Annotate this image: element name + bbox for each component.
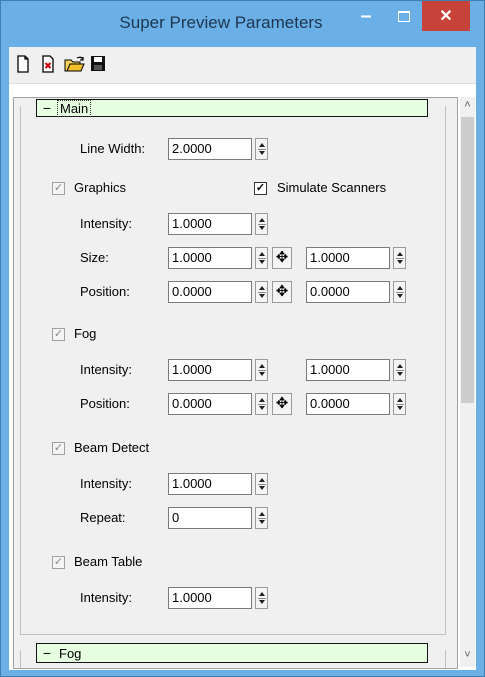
graphics-position-y-spinner[interactable]: [393, 281, 406, 303]
beam-detect-label: Beam Detect: [74, 440, 150, 455]
main-group-header[interactable]: − Main: [36, 99, 428, 117]
graphics-position-link-button[interactable]: ✥: [272, 281, 292, 303]
fog-position-y-spinner[interactable]: [393, 393, 406, 415]
graphics-size-x-input[interactable]: 1.0000: [168, 247, 252, 269]
graphics-checkbox[interactable]: ✓: [52, 182, 65, 195]
graphics-label: Graphics: [74, 180, 127, 195]
simulate-scanners-checkbox[interactable]: ✓: [254, 182, 267, 195]
client-area: − Main Line Width: 2.0000 ✓ Graphics ✓ S…: [9, 47, 476, 670]
line-width-input[interactable]: 2.0000: [168, 138, 252, 160]
scroll-up-icon[interactable]: ˄: [460, 99, 475, 111]
beam-detect-intensity-spinner[interactable]: [255, 473, 268, 495]
beam-detect-repeat-label: Repeat:: [80, 510, 126, 525]
save-button[interactable]: [90, 55, 108, 75]
beam-table-checkbox[interactable]: ✓: [52, 556, 65, 569]
fog-group-title: Fog: [59, 645, 82, 661]
move-arrows-icon: ✥: [275, 283, 289, 300]
close-button[interactable]: ✕: [422, 1, 470, 31]
fog-intensity-b-input[interactable]: 1.0000: [306, 359, 390, 381]
graphics-position-label: Position:: [80, 284, 130, 299]
collapse-icon: −: [42, 100, 52, 116]
move-arrows-icon: ✥: [275, 249, 289, 266]
graphics-intensity-label: Intensity:: [80, 216, 133, 231]
fog-position-x-spinner[interactable]: [255, 393, 268, 415]
close-icon: ✕: [439, 8, 453, 25]
fog-intensity-a-input[interactable]: 1.0000: [168, 359, 252, 381]
window: Super Preview Parameters – ✕ − Main Line…: [0, 0, 485, 677]
graphics-intensity-spinner[interactable]: [255, 213, 268, 235]
graphics-size-y-input[interactable]: 1.0000: [306, 247, 390, 269]
graphics-size-y-spinner[interactable]: [393, 247, 406, 269]
graphics-size-link-button[interactable]: ✥: [272, 247, 292, 269]
graphics-size-x-spinner[interactable]: [255, 247, 268, 269]
fog-intensity-b-spinner[interactable]: [393, 359, 406, 381]
maximize-icon: [398, 10, 410, 22]
fog-intensity-label: Intensity:: [80, 362, 133, 377]
fog-position-x-input[interactable]: 0.0000: [168, 393, 252, 415]
open-folder-button[interactable]: [64, 55, 85, 75]
open-folder-icon: [64, 56, 85, 72]
beam-table-intensity-label: Intensity:: [80, 590, 133, 605]
beam-table-intensity-spinner[interactable]: [255, 587, 268, 609]
collapse-icon: −: [42, 645, 52, 661]
title-bar[interactable]: Super Preview Parameters – ✕: [1, 1, 484, 47]
graphics-size-label: Size:: [80, 250, 109, 265]
beam-detect-repeat-spinner[interactable]: [255, 507, 268, 529]
beam-table-intensity-input[interactable]: 1.0000: [168, 587, 252, 609]
graphics-position-x-input[interactable]: 0.0000: [168, 281, 252, 303]
fog-intensity-a-spinner[interactable]: [255, 359, 268, 381]
beam-detect-checkbox[interactable]: ✓: [52, 442, 65, 455]
fog-position-label: Position:: [80, 396, 130, 411]
fog-group-header[interactable]: − Fog: [36, 643, 428, 663]
new-document-icon: [17, 55, 29, 73]
graphics-position-x-spinner[interactable]: [255, 281, 268, 303]
minimize-button[interactable]: –: [351, 1, 381, 31]
fog-position-y-input[interactable]: 0.0000: [306, 393, 390, 415]
main-group-title: Main: [57, 99, 92, 117]
move-arrows-icon: ✥: [275, 395, 289, 412]
clear-document-icon: [42, 55, 54, 73]
line-width-label: Line Width:: [80, 141, 146, 156]
clear-document-button[interactable]: [40, 55, 58, 75]
new-document-button[interactable]: [15, 55, 33, 75]
graphics-intensity-input[interactable]: 1.0000: [168, 213, 252, 235]
beam-detect-intensity-label: Intensity:: [80, 476, 133, 491]
toolbar: [9, 47, 476, 84]
beam-table-label: Beam Table: [74, 554, 143, 569]
save-icon: [91, 56, 105, 71]
vertical-scrollbar[interactable]: ˄ ˅: [460, 97, 475, 667]
simulate-scanners-label: Simulate Scanners: [277, 180, 387, 195]
fog-checkbox[interactable]: ✓: [52, 328, 65, 341]
beam-detect-intensity-input[interactable]: 1.0000: [168, 473, 252, 495]
beam-detect-repeat-input[interactable]: 0: [168, 507, 252, 529]
scroll-down-icon[interactable]: ˅: [460, 649, 475, 661]
maximize-button[interactable]: [389, 1, 419, 31]
graphics-position-y-input[interactable]: 0.0000: [306, 281, 390, 303]
parameters-panel: − Main Line Width: 2.0000 ✓ Graphics ✓ S…: [13, 97, 458, 669]
fog-label: Fog: [74, 326, 97, 341]
minimize-icon: –: [360, 4, 372, 27]
fog-position-link-button[interactable]: ✥: [272, 393, 292, 415]
scrollbar-thumb[interactable]: [461, 117, 474, 403]
line-width-spinner[interactable]: [255, 138, 268, 160]
